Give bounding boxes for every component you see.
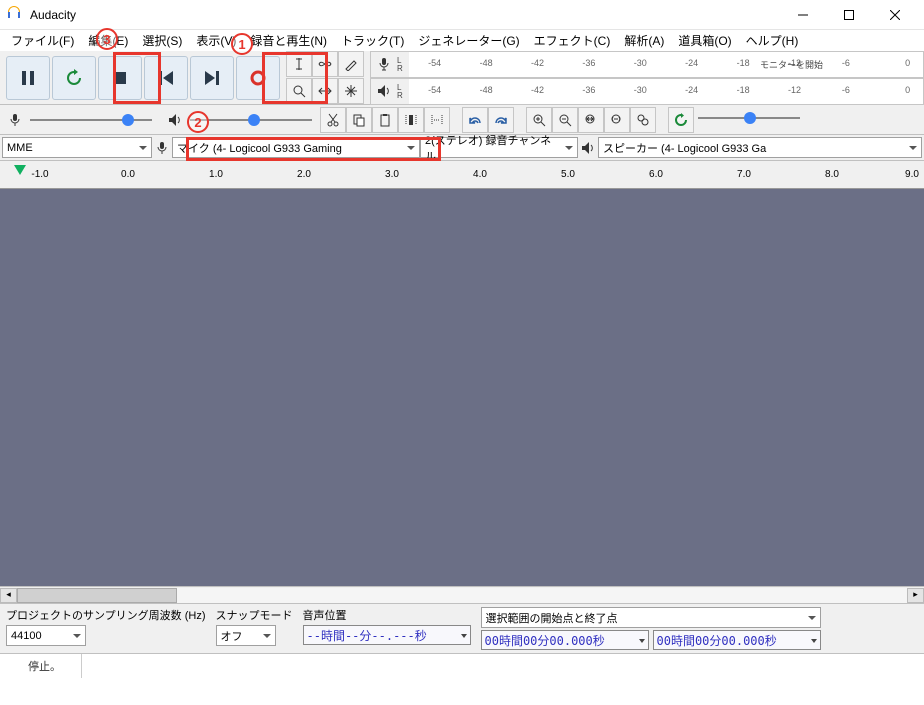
silence-icon[interactable] (424, 107, 450, 133)
speaker-icon (164, 109, 186, 131)
zoom-toggle-icon[interactable] (630, 107, 656, 133)
transport-toolbar (0, 54, 286, 102)
speaker-icon (371, 79, 397, 104)
pause-button[interactable] (6, 56, 50, 100)
menu-tools[interactable]: 道具箱(O) (671, 30, 738, 51)
menu-analyze[interactable]: 解析(A) (617, 30, 671, 51)
close-window-button[interactable] (872, 0, 918, 30)
selection-start-field[interactable]: 00時間00分00.000秒 (481, 630, 649, 650)
undo-icon[interactable] (462, 107, 488, 133)
zoom-in-icon[interactable] (526, 107, 552, 133)
selection-mode-select[interactable]: 選択範囲の開始点と終了点 (481, 607, 821, 628)
minimize-button[interactable] (780, 0, 826, 30)
recording-volume-slider[interactable] (26, 109, 156, 131)
play-speed-slider[interactable] (694, 107, 804, 129)
cut-icon[interactable] (320, 107, 346, 133)
scroll-left-icon[interactable]: ◂ (0, 588, 17, 603)
audio-position-field[interactable]: --時間--分--.---秒 (303, 625, 471, 645)
menu-effect[interactable]: エフェクト(C) (527, 30, 618, 51)
scroll-right-icon[interactable]: ▸ (907, 588, 924, 603)
timeshift-tool-icon[interactable] (312, 78, 338, 104)
skip-start-button[interactable] (144, 56, 188, 100)
fit-selection-icon[interactable] (578, 107, 604, 133)
toolbar-row-1: LR -54-48-42-36-30-24-18-12-60 モニターを開始 L… (0, 51, 924, 105)
annotation-label-1: 1 (231, 33, 253, 55)
menu-generate[interactable]: ジェネレーター(G) (411, 30, 526, 51)
annotation-label-3: 3 (96, 28, 118, 50)
device-toolbar: MME マイク (4- Logicool G933 Gaming 2(ステレオ)… (0, 135, 924, 161)
recording-device-select[interactable]: マイク (4- Logicool G933 Gaming (172, 137, 420, 158)
app-logo-icon (6, 4, 22, 25)
audio-host-select[interactable]: MME (2, 137, 152, 158)
playback-meter[interactable]: LR -54-48-42-36-30-24-18-12-60 (370, 78, 924, 105)
playback-device-select[interactable]: スピーカー (4- Logicool G933 Ga (598, 137, 922, 158)
draw-tool-icon[interactable] (338, 51, 364, 77)
recording-volume (0, 105, 160, 135)
trim-icon[interactable] (398, 107, 424, 133)
menu-transport[interactable]: 録音と再生(N) (243, 30, 334, 51)
rec-meter-scale: -54-48-42-36-30-24-18-12-60 (409, 52, 923, 77)
play-meter-scale: -54-48-42-36-30-24-18-12-60 (409, 79, 923, 104)
loop-play-button[interactable] (52, 56, 96, 100)
recording-meter[interactable]: LR -54-48-42-36-30-24-18-12-60 モニターを開始 (370, 51, 924, 78)
play-at-speed (668, 107, 804, 133)
menu-tracks[interactable]: トラック(T) (334, 30, 411, 51)
snap-label: スナップモード (216, 607, 293, 623)
selection-tool-icon[interactable] (286, 51, 312, 77)
skip-end-button[interactable] (190, 56, 234, 100)
zoom-tool-icon[interactable] (286, 78, 312, 104)
window-title: Audacity (30, 8, 76, 22)
scrollbar-thumb[interactable] (17, 588, 177, 603)
record-button[interactable] (236, 56, 280, 100)
meters: LR -54-48-42-36-30-24-18-12-60 モニターを開始 L… (370, 51, 924, 105)
audio-position-label: 音声位置 (303, 607, 471, 623)
menubar: ファイル(F) 編集(E) 選択(S) 表示(V) 録音と再生(N) トラック(… (0, 30, 924, 51)
playhead-icon[interactable] (14, 165, 26, 175)
project-rate-select[interactable]: 44100 (6, 625, 86, 646)
selection-toolbar: プロジェクトのサンプリング周波数 (Hz) 44100 スナップモード オフ 音… (0, 603, 924, 653)
titlebar: Audacity (0, 0, 924, 30)
status-bar: 停止。 (0, 653, 924, 678)
undo-toolbar (462, 107, 514, 133)
play-at-speed-button[interactable] (668, 107, 694, 133)
recording-channels-select[interactable]: 2(ステレオ) 録音チャンネル (420, 137, 578, 158)
toolbar-row-2 (0, 105, 924, 135)
zoom-out-icon[interactable] (552, 107, 578, 133)
mic-icon (4, 109, 26, 131)
multi-tool-icon[interactable] (338, 78, 364, 104)
fit-project-icon[interactable] (604, 107, 630, 133)
menu-help[interactable]: ヘルプ(H) (739, 30, 806, 51)
snap-select[interactable]: オフ (216, 625, 276, 646)
menu-file[interactable]: ファイル(F) (4, 30, 81, 51)
playback-volume (160, 105, 320, 135)
maximize-button[interactable] (826, 0, 872, 30)
tools-toolbar (286, 51, 370, 105)
horizontal-scrollbar[interactable]: ◂ ▸ (0, 586, 924, 603)
edit-toolbar (320, 107, 450, 133)
rec-meter-hint: モニターを開始 (760, 58, 823, 71)
envelope-tool-icon[interactable] (312, 51, 338, 77)
mic-icon (152, 141, 172, 155)
menu-select[interactable]: 選択(S) (135, 30, 189, 51)
selection-end-field[interactable]: 00時間00分00.000秒 (653, 630, 821, 650)
redo-icon[interactable] (488, 107, 514, 133)
timeline-ruler[interactable]: -1.0 0.0 1.0 2.0 3.0 4.0 5.0 6.0 7.0 8.0… (0, 161, 924, 189)
status-text: 停止。 (8, 654, 82, 678)
zoom-toolbar (526, 107, 656, 133)
speaker-icon (578, 141, 598, 155)
project-rate-label: プロジェクトのサンプリング周波数 (Hz) (6, 607, 206, 623)
paste-icon[interactable] (372, 107, 398, 133)
tracks-area[interactable] (0, 189, 924, 586)
stop-button[interactable] (98, 56, 142, 100)
annotation-label-2: 2 (187, 111, 209, 133)
mic-icon (371, 52, 397, 77)
copy-icon[interactable] (346, 107, 372, 133)
